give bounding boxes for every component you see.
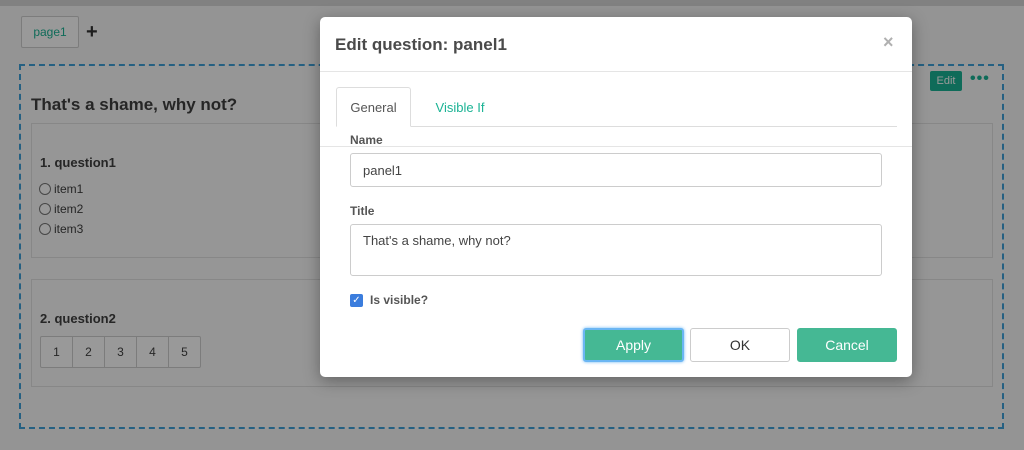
name-label: Name (350, 133, 383, 147)
cancel-button[interactable]: Cancel (797, 328, 897, 362)
is-visible-checkbox[interactable]: ✓ (350, 294, 363, 307)
title-textarea[interactable]: That's a shame, why not? (350, 224, 882, 276)
checkmark-icon: ✓ (352, 294, 361, 306)
name-input[interactable] (350, 153, 882, 187)
tab-general[interactable]: General (336, 87, 411, 127)
edit-question-dialog: Edit question: panel1 × General Visible … (320, 17, 912, 377)
ok-button[interactable]: OK (690, 328, 790, 362)
tab-visible-if[interactable]: Visible If (424, 87, 496, 127)
is-visible-label: Is visible? (370, 293, 429, 307)
dialog-header: Edit question: panel1 × (320, 17, 912, 72)
dialog-title: Edit question: panel1 (335, 35, 507, 54)
dialog-tabs: General Visible If (336, 87, 897, 127)
apply-button[interactable]: Apply (583, 328, 684, 362)
title-label: Title (350, 204, 375, 218)
close-icon[interactable]: × (883, 32, 894, 53)
divider (320, 146, 912, 147)
